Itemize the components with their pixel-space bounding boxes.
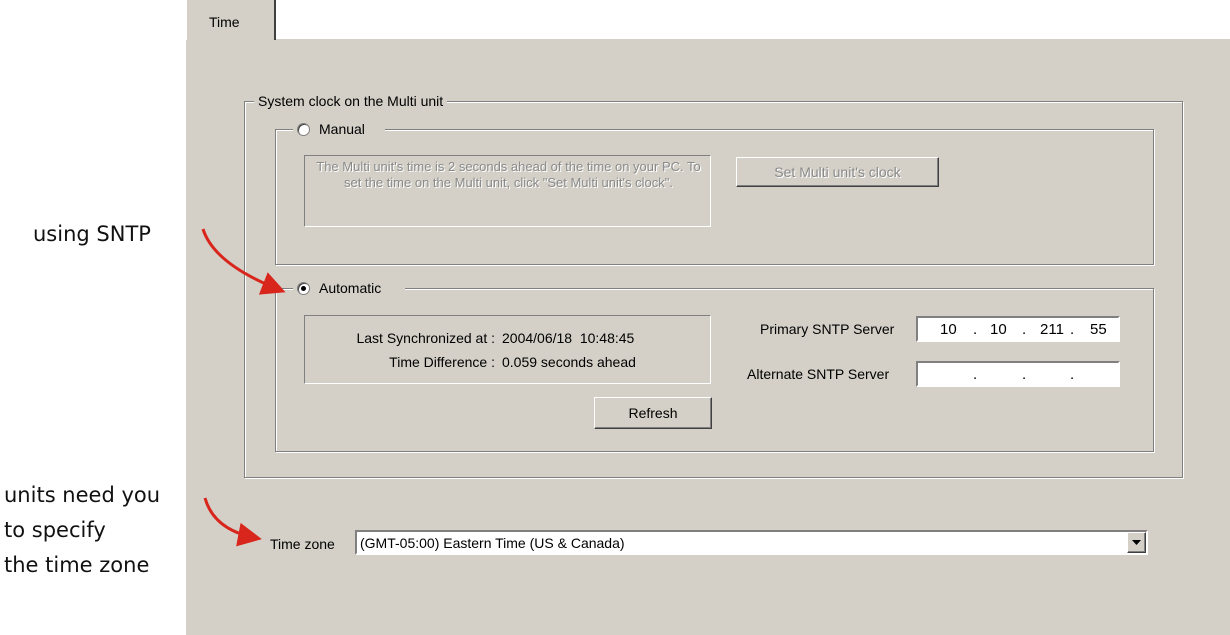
tab-time[interactable]: Time [186,0,276,40]
arrow-icon-sntp [201,228,286,295]
annotation-arrows [201,228,286,547]
arrow-icon-timezone [203,497,262,547]
tab-time-label: Time [209,14,240,30]
